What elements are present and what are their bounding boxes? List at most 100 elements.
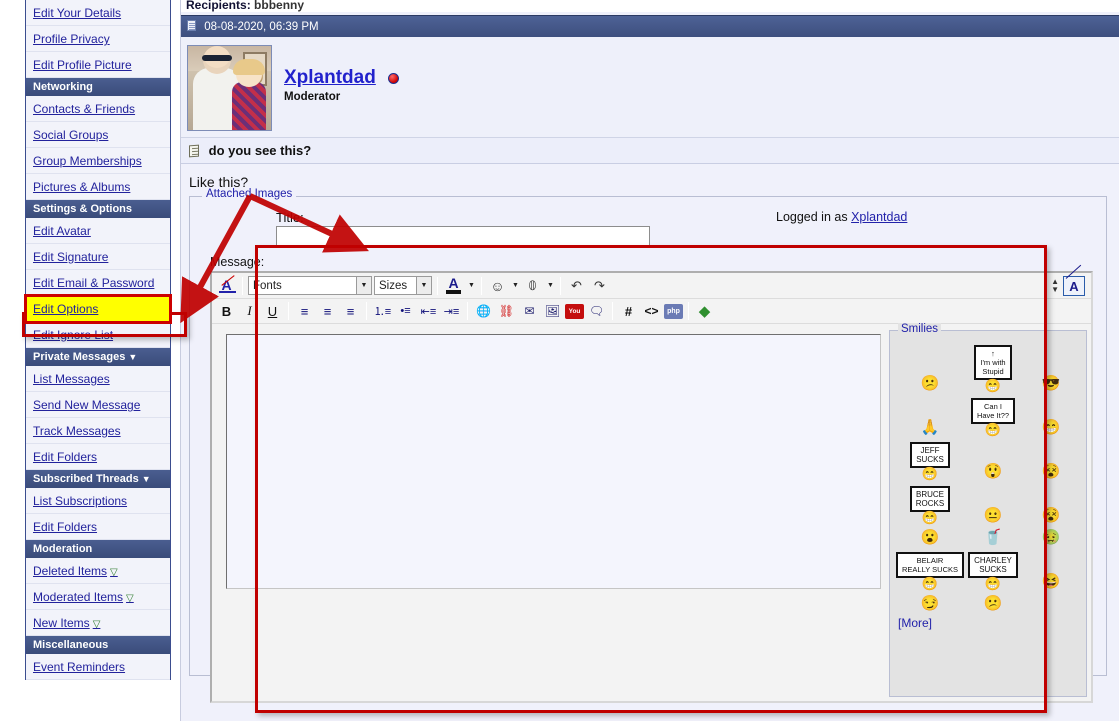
smiley-sign-face: 😁: [921, 576, 939, 591]
sidebar-item-profile-privacy[interactable]: Profile Privacy: [26, 26, 170, 52]
smiley-confused[interactable]: 😕: [921, 376, 940, 392]
smiley-bonk-head[interactable]: 😵: [1042, 464, 1061, 480]
unordered-list-icon[interactable]: •≡: [395, 301, 416, 321]
smilie-dropdown-icon[interactable]: ▼: [511, 282, 520, 289]
sidebar-item-edit-signature[interactable]: Edit Signature: [26, 244, 170, 270]
smiley-bruce-rocks-sign[interactable]: BRUCE ROCKS 😁: [909, 486, 951, 525]
redo-icon[interactable]: ↷: [589, 276, 610, 296]
font-size-stepper[interactable]: ▲ ▼: [1051, 278, 1059, 294]
smiley-im-with-stupid-sign[interactable]: ↑ I'm with Stupid 😁: [974, 345, 1012, 393]
sidebar-item-edit-avatar[interactable]: Edit Avatar: [26, 218, 170, 244]
page-root: Edit Your Details Profile Privacy Edit Pro…: [0, 0, 1119, 721]
insert-quote-icon[interactable]: 🗨: [586, 301, 607, 321]
font-family-select[interactable]: Fonts ▼: [248, 276, 372, 295]
insert-link-icon[interactable]: 🌐: [473, 301, 494, 321]
sidebar-item-deleted-items[interactable]: Deleted Items ▽: [26, 558, 170, 584]
smiley-surprised-small[interactable]: 😮: [921, 530, 940, 546]
post-icon: [187, 20, 196, 31]
smiley-sign-face: 😁: [921, 510, 939, 525]
sidebar-item-list-messages[interactable]: List Messages: [26, 366, 170, 392]
smiley-zipper-mouth[interactable]: 😐: [984, 508, 1003, 524]
attachment-icon[interactable]: 𝟘: [522, 276, 543, 296]
html-label: <>: [644, 304, 659, 318]
poster-role: Moderator: [284, 91, 341, 103]
italic-icon[interactable]: I: [239, 301, 260, 321]
smiley-sign-text: BELAIR REALLY SUCKS: [896, 552, 964, 578]
sidebar-item-group-memberships[interactable]: Group Memberships: [26, 148, 170, 174]
chevron-down-outline-icon: ▽: [126, 593, 134, 604]
insert-php-icon[interactable]: php: [664, 303, 683, 319]
sidebar-item-edit-options[interactable]: Edit Options: [24, 294, 172, 324]
align-center-icon[interactable]: ≡: [317, 301, 338, 321]
sidebar-item-edit-email-and-password[interactable]: Edit Email & Password: [26, 270, 170, 296]
sidebar-item-event-reminders[interactable]: Event Reminders: [26, 654, 170, 680]
font-color-dropdown-icon[interactable]: ▼: [467, 282, 476, 289]
align-left-icon[interactable]: ≡: [294, 301, 315, 321]
smiley-wand[interactable]: 😵: [1042, 508, 1061, 524]
sidebar-item-social-groups[interactable]: Social Groups: [26, 122, 170, 148]
smilies-more-link[interactable]: [More]: [890, 614, 1086, 632]
smiley-charley-sucks-sign[interactable]: CHARLEY SUCKS 😁: [968, 552, 1018, 590]
sidebar-item-edit-your-details[interactable]: Edit Your Details: [26, 0, 170, 26]
insert-html-icon[interactable]: <>: [641, 301, 662, 321]
sidebar-item-edit-folders-subs[interactable]: Edit Folders: [26, 514, 170, 540]
ordered-list-icon[interactable]: ⒈≡: [372, 301, 393, 321]
smiley-confused-question[interactable]: 😕: [984, 596, 1003, 612]
smiley-jeff-sucks-sign[interactable]: JEFF SUCKS 😁: [910, 442, 950, 480]
wysiwyg-toggle-label: A: [1069, 278, 1079, 294]
outdent-icon[interactable]: ⇤≡: [418, 301, 439, 321]
smiley-sick[interactable]: 🤢: [1042, 530, 1061, 546]
message-subject: do you see this?: [181, 138, 1119, 164]
smilie-insert-icon[interactable]: ☺: [487, 276, 508, 296]
logged-in-user-link[interactable]: Xplantdad: [851, 210, 907, 224]
smiley-sign-face: 😁: [984, 378, 1002, 393]
insert-image-icon[interactable]: 🖼: [542, 301, 563, 321]
bold-icon[interactable]: B: [216, 301, 237, 321]
smiley-belair-really-sucks-sign[interactable]: BELAIR REALLY SUCKS 😁: [896, 552, 964, 590]
post-date: 08-08-2020, 06:39 PM: [204, 21, 319, 33]
remove-formatting-icon[interactable]: A: [216, 274, 237, 296]
title-input[interactable]: [276, 226, 650, 248]
insert-email-icon[interactable]: ✉: [519, 301, 540, 321]
sidebar-item-new-items[interactable]: New Items ▽: [26, 610, 170, 636]
smiley-cool-sunglasses[interactable]: 😎: [1042, 376, 1061, 392]
sidebar-item-edit-folders-pm[interactable]: Edit Folders: [26, 444, 170, 470]
smiley-drink[interactable]: 🥤: [984, 530, 1003, 546]
smiley-laughing[interactable]: 😆: [1042, 574, 1061, 590]
sidebar-item-edit-ignore-list[interactable]: Edit Ignore List: [26, 322, 170, 348]
undo-icon[interactable]: ↶: [566, 276, 587, 296]
smiley-can-i-have-it-sign[interactable]: Can I Have It?? 😁: [970, 398, 1016, 436]
sidebar-item-list-subscriptions[interactable]: List Subscriptions: [26, 488, 170, 514]
sidebar-header-private-messages[interactable]: Private Messages ▼: [26, 348, 170, 366]
wysiwyg-toggle-button[interactable]: A: [1063, 264, 1085, 296]
wrap-tags-icon[interactable]: ◆: [694, 301, 715, 321]
smiley-grin[interactable]: 😁: [1042, 420, 1061, 436]
message-textarea[interactable]: [226, 334, 881, 589]
font-color-icon[interactable]: A: [443, 276, 464, 296]
font-size-value: Sizes: [379, 279, 408, 292]
insert-youtube-icon[interactable]: You: [565, 303, 584, 319]
sidebar-item-pictures-and-albums[interactable]: Pictures & Albums: [26, 174, 170, 200]
align-right-icon[interactable]: ≡: [340, 301, 361, 321]
insert-code-icon[interactable]: #: [618, 301, 639, 321]
smilies-panel: Smilies 😕 ↑ I'm with Stupid 😁 😎 🙏 Can I Have …: [889, 323, 1087, 697]
sidebar-item-edit-profile-picture[interactable]: Edit Profile Picture: [26, 52, 170, 78]
sidebar-item-contacts-and-friends[interactable]: Contacts & Friends: [26, 96, 170, 122]
chevron-down-icon: ▼: [141, 474, 151, 484]
sidebar-item-moderated-items[interactable]: Moderated Items ▽: [26, 584, 170, 610]
indent-icon[interactable]: ⇥≡: [441, 301, 462, 321]
smiley-sign-text: Can I Have It??: [970, 398, 1016, 424]
smiley-shocked[interactable]: 😲: [984, 464, 1003, 480]
sidebar-header-subscribed-threads[interactable]: Subscribed Threads ▼: [26, 470, 170, 488]
underline-icon[interactable]: U: [262, 301, 283, 321]
remove-link-icon[interactable]: ⛓: [496, 301, 517, 321]
attachment-dropdown-icon[interactable]: ▼: [546, 282, 555, 289]
poster-name-link[interactable]: Xplantdad: [284, 67, 376, 89]
attached-images-legend: Attached Images: [202, 188, 297, 200]
sidebar-item-track-messages[interactable]: Track Messages: [26, 418, 170, 444]
online-status-icon: [388, 72, 400, 84]
sidebar-item-send-new-message[interactable]: Send New Message: [26, 392, 170, 418]
smiley-pleading-hands[interactable]: 🙏: [921, 420, 940, 436]
smiley-smirk[interactable]: 😏: [921, 596, 940, 612]
font-size-select[interactable]: Sizes ▼: [374, 276, 432, 295]
